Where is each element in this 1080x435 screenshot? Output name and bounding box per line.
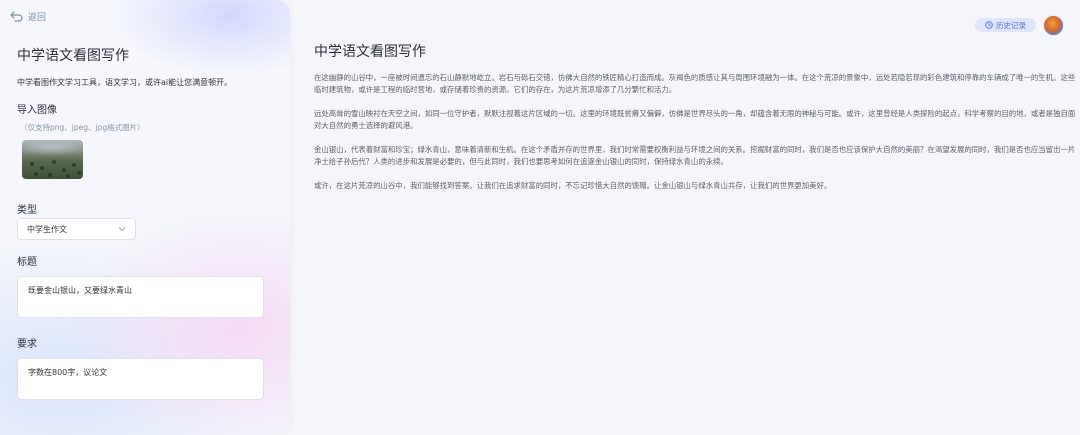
sidebar: 返回 中学语文看图写作 中学看图作文学习工具，语文学习，或许ai能让您满意顿开。…: [0, 0, 290, 435]
article-output: 在这幽静的山谷中，一座被时间遗忘的石山静默地屹立。岩石与砾石交错，仿佛大自然的铁…: [314, 72, 1076, 204]
back-arrow-icon: [10, 11, 23, 22]
article-paragraph: 或许，在这片荒凉的山谷中，我们能够找到答案。让我们在追求财富的同时，不忘记珍惜大…: [314, 181, 832, 190]
history-button[interactable]: 历史记录: [975, 18, 1036, 32]
history-label: 历史记录: [996, 20, 1026, 30]
type-select-value: 中学生作文: [27, 224, 67, 234]
back-label: 返回: [28, 13, 47, 23]
chevron-down-icon: [118, 227, 126, 232]
uploaded-image-thumbnail[interactable]: [22, 140, 83, 179]
topic-input[interactable]: 既要金山银山，又要绿水青山: [17, 276, 264, 318]
article-paragraph: 远处高耸的雪山映衬在天空之间，如同一位守护者，默默注视着这片区域的一切。这里的环…: [314, 109, 1076, 130]
requirement-input[interactable]: 字数在800字，议论文: [17, 358, 264, 400]
sidebar-title: 中学语文看图写作: [17, 48, 129, 64]
upload-label: 导入图像: [17, 105, 57, 116]
back-button[interactable]: 返回: [10, 10, 46, 23]
clock-icon: [985, 21, 993, 29]
article-paragraph: 在这幽静的山谷中，一座被时间遗忘的石山静默地屹立。岩石与砾石交错，仿佛大自然的铁…: [314, 73, 1076, 94]
article-paragraph: 金山银山，代表着财富和珍宝；绿水青山，意味着清新和生机。在这个矛盾并存的世界里，…: [314, 145, 1076, 166]
topic-label: 标题: [17, 257, 37, 268]
type-label: 类型: [17, 205, 37, 216]
sidebar-description: 中学看图作文学习工具，语文学习，或许ai能让您满意顿开。: [17, 78, 233, 87]
upload-hint: （仅支持png、jpeg、jpg格式图片）: [20, 123, 145, 132]
requirement-label: 要求: [17, 339, 37, 350]
page-title: 中学语文看图写作: [314, 44, 426, 60]
type-select[interactable]: 中学生作文: [17, 218, 136, 240]
avatar[interactable]: [1043, 15, 1064, 36]
